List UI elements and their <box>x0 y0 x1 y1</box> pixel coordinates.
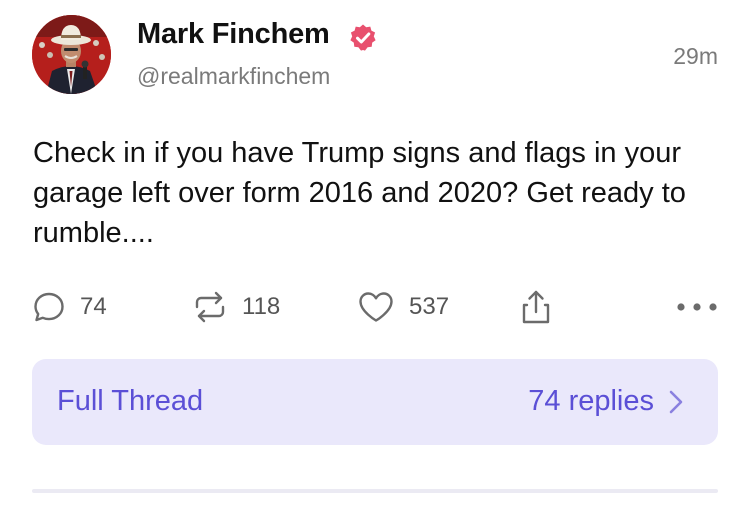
author-handle[interactable]: @realmarkfinchem <box>137 63 330 90</box>
like-button[interactable]: 537 <box>357 287 449 327</box>
like-count: 537 <box>409 293 450 320</box>
reply-count: 74 <box>80 293 107 320</box>
more-dots-icon <box>677 303 717 311</box>
chevron-right-icon <box>669 390 683 414</box>
full-thread-label: Full Thread <box>57 385 204 417</box>
post-text: Check in if you have Trump signs and fla… <box>33 137 686 249</box>
thread-replies-count: 74 replies <box>528 385 654 417</box>
verified-badge-icon <box>350 24 376 51</box>
display-name[interactable]: Mark Finchem <box>137 18 330 51</box>
post-timestamp[interactable]: 29m <box>673 43 718 70</box>
repost-arrows-icon <box>195 291 225 323</box>
repost-count: 118 <box>242 293 281 320</box>
full-thread-link[interactable]: Full Thread 74 replies <box>32 359 718 445</box>
repost-button[interactable]: 118 <box>192 287 280 327</box>
avatar-photo <box>32 15 111 94</box>
comment-bubble-icon <box>34 292 64 322</box>
heart-icon <box>359 292 393 322</box>
post-card: Mark Finchem @realmarkfinchem 29m Check … <box>0 0 750 520</box>
share-upload-icon <box>522 290 550 324</box>
divider <box>32 489 718 493</box>
share-button[interactable] <box>519 287 553 327</box>
reply-button[interactable]: 74 <box>32 287 107 327</box>
more-options-button[interactable] <box>676 287 718 327</box>
avatar[interactable] <box>32 15 111 94</box>
